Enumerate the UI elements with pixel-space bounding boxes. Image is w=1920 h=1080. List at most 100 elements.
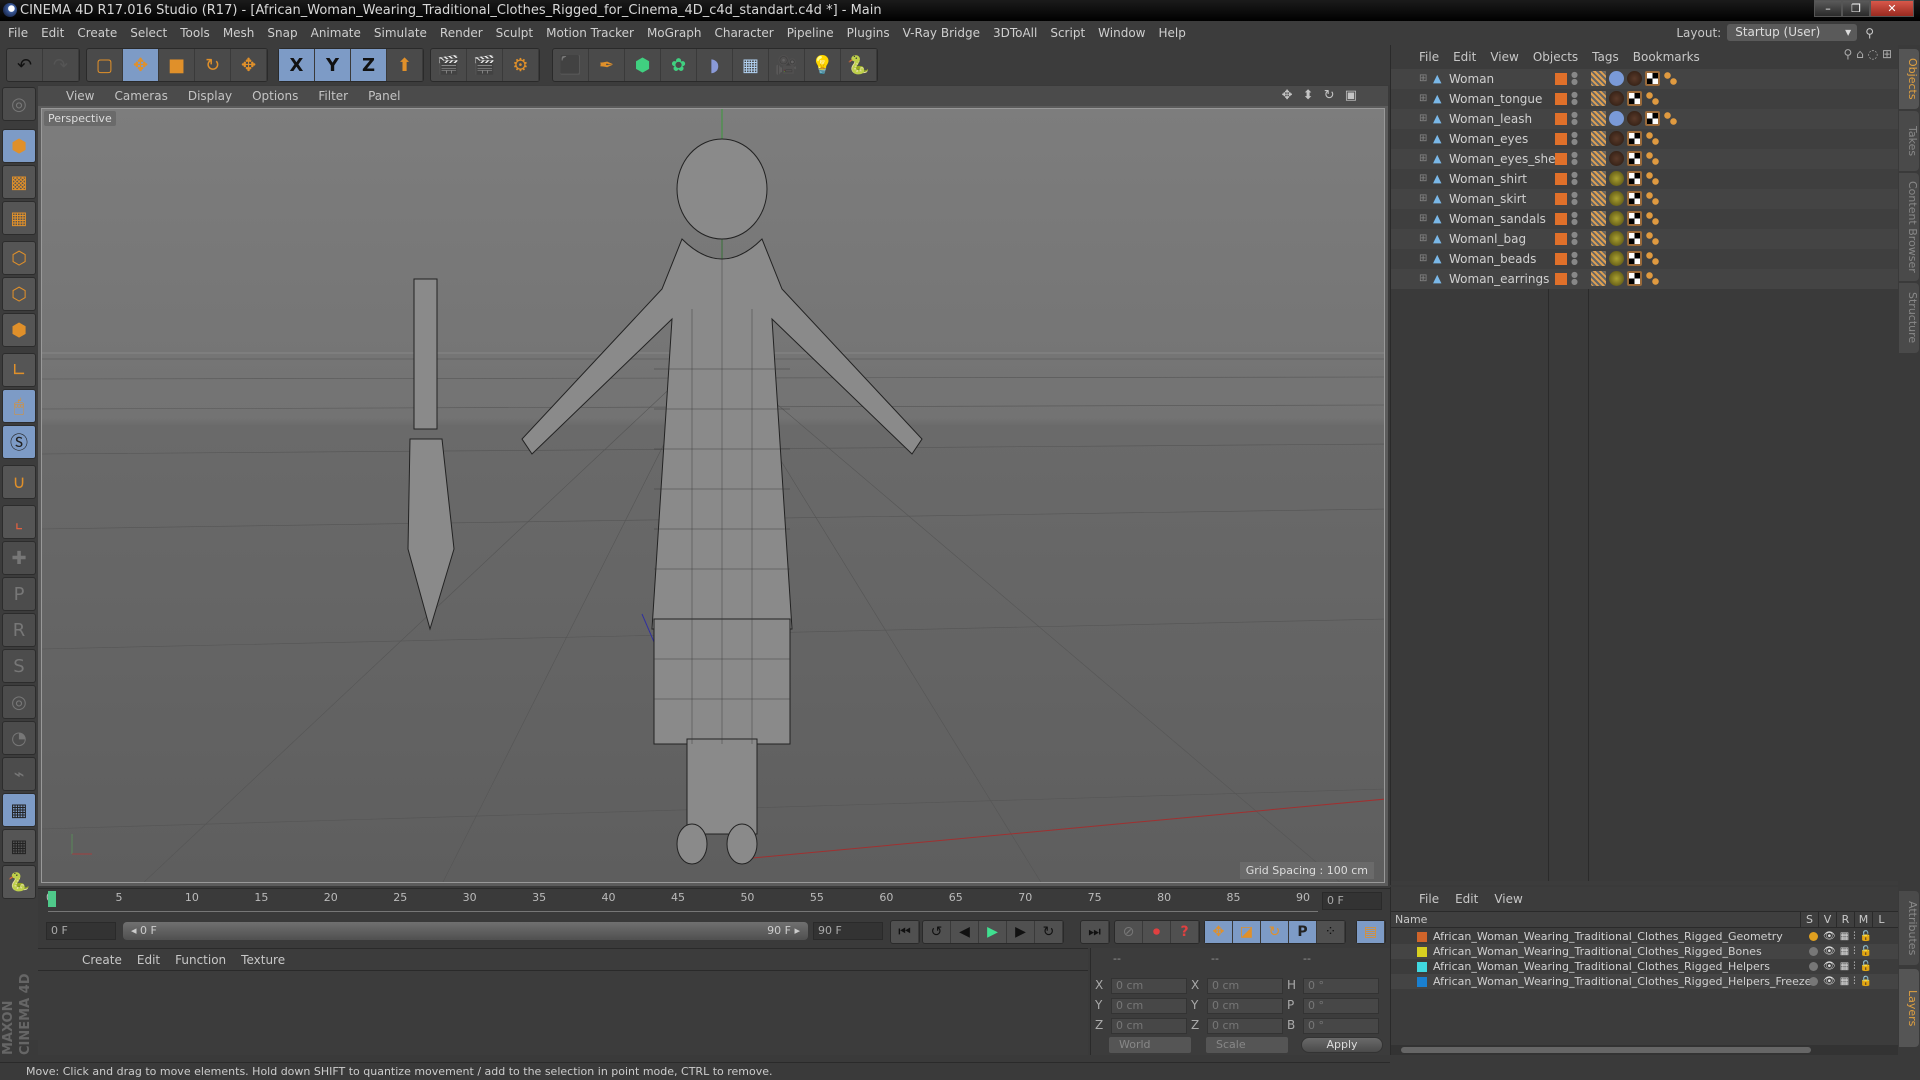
solo-toggle[interactable] [1809, 947, 1818, 956]
layer-row[interactable]: African_Woman_Wearing_Traditional_Clothe… [1391, 974, 1899, 989]
coordinate-value-field[interactable]: 0 cm [1111, 998, 1187, 1014]
side-tab-objects[interactable]: Objects [1899, 49, 1919, 109]
layer-toggle-icons[interactable]: 👁▦⫶🔒 [1823, 974, 1876, 989]
search-icon[interactable]: ⚲ [1865, 26, 1874, 40]
visibility-dots[interactable]: ● ● [1571, 71, 1578, 87]
mat-dark-tag-icon[interactable] [1627, 111, 1642, 126]
mat-dark-tag-icon[interactable] [1627, 71, 1642, 86]
visibility-dots[interactable]: ● ● [1571, 131, 1578, 147]
layer-column-s[interactable]: S [1800, 912, 1818, 928]
timeline-window-button[interactable]: ▤ [1357, 921, 1385, 943]
light-button[interactable]: 💡 [805, 49, 841, 81]
phong-tag-icon[interactable] [1591, 111, 1606, 126]
workplane-cycle-button[interactable]: ▦ [2, 829, 36, 863]
expand-icon[interactable]: ⊞ [1419, 169, 1427, 189]
menu-sculpt[interactable]: Sculpt [496, 26, 533, 40]
side-tab-content-browser[interactable]: Content Browser [1899, 173, 1919, 281]
sel-tag-icon[interactable] [1663, 111, 1678, 126]
material-menu-texture[interactable]: Texture [241, 953, 285, 967]
current-frame-field[interactable]: 0 F [1322, 892, 1382, 910]
viewport-menu-cameras[interactable]: Cameras [114, 89, 167, 103]
redo-button[interactable]: ↷ [43, 49, 79, 81]
eye-icon[interactable]: ◌ [1868, 47, 1878, 61]
layout-dropdown[interactable]: Startup (User) [1727, 24, 1858, 41]
camera-button[interactable]: 🎥 [769, 49, 805, 81]
layer-color-swatch[interactable] [1417, 947, 1427, 957]
sel-tag-icon[interactable] [1645, 211, 1660, 226]
polygons-mode-button[interactable]: ⬢ [2, 313, 36, 347]
mat-olive-tag-icon[interactable] [1609, 231, 1624, 246]
visibility-dots[interactable]: ● ● [1571, 151, 1578, 167]
keyframe-selection-button[interactable]: ? [1171, 921, 1199, 943]
side-tab-attributes[interactable]: Attributes [1899, 891, 1919, 965]
object-row[interactable]: ⊞ ▲ Woman_leash ● ● [1391, 109, 1899, 129]
layer-color-swatch[interactable] [1555, 173, 1567, 185]
expand-icon[interactable]: ⊞ [1419, 209, 1427, 229]
record-scale-button[interactable]: ◪ [1233, 921, 1261, 943]
cube-button[interactable]: ⬛ [553, 49, 589, 81]
expand-icon[interactable]: ⊞ [1419, 69, 1427, 89]
layer-toggle-icons[interactable]: 👁▦⫶🔓 [1823, 959, 1876, 974]
rotate-tool-button[interactable]: ↻ [195, 49, 231, 81]
menu-select[interactable]: Select [130, 26, 167, 40]
layer-name[interactable]: African_Woman_Wearing_Traditional_Clothe… [1433, 929, 1783, 944]
object-name[interactable]: Woman_sandals [1449, 209, 1546, 229]
menu-v-ray-bridge[interactable]: V-Ray Bridge [903, 26, 980, 40]
uv-tag-icon[interactable] [1627, 191, 1642, 206]
object-menu-bookmarks[interactable]: Bookmarks [1633, 50, 1700, 64]
object-name[interactable]: Woman_shirt [1449, 169, 1527, 189]
object-row[interactable]: ⊞ ▲ Woman_shirt ● ● [1391, 169, 1899, 189]
object-row[interactable]: ⊞ ▲ Woman_skirt ● ● [1391, 189, 1899, 209]
layer-column-v[interactable]: V [1818, 912, 1836, 928]
move-tool-button[interactable]: ✥ [123, 49, 159, 81]
layer-menu-edit[interactable]: Edit [1455, 892, 1478, 906]
sel-tag-icon[interactable] [1645, 131, 1660, 146]
layer-row[interactable]: African_Woman_Wearing_Traditional_Clothe… [1391, 944, 1899, 959]
phong-tag-icon[interactable] [1591, 271, 1606, 286]
layer-row[interactable]: African_Woman_Wearing_Traditional_Clothe… [1391, 959, 1899, 974]
object-name[interactable]: Woman_skirt [1449, 189, 1526, 209]
menu-tools[interactable]: Tools [180, 26, 210, 40]
y-axis-button[interactable]: Y [315, 49, 351, 81]
uv-tag-icon[interactable] [1645, 71, 1660, 86]
layer-name[interactable]: African_Woman_Wearing_Traditional_Clothe… [1433, 959, 1770, 974]
start-frame-field[interactable]: 0 F [46, 922, 116, 940]
python-button[interactable]: 🐍 [841, 49, 877, 81]
axis-lock-button[interactable]: ⌞ [2, 505, 36, 539]
object-name[interactable]: Woman_tongue [1449, 89, 1542, 109]
material-menu-function[interactable]: Function [175, 953, 226, 967]
object-row[interactable]: ⊞ ▲ Woman_eyes_shell ● ● [1391, 149, 1899, 169]
autokeying-button[interactable]: ⊘ [1115, 921, 1143, 943]
expand-icon[interactable]: ⊞ [1419, 189, 1427, 209]
layer-horizontal-scrollbar[interactable] [1391, 1045, 1898, 1055]
layer-menu-view[interactable]: View [1494, 892, 1522, 906]
layer-color-swatch[interactable] [1555, 253, 1567, 265]
visibility-dots[interactable]: ● ● [1571, 211, 1578, 227]
sel-tag-icon[interactable] [1645, 191, 1660, 206]
undo-button[interactable]: ↶ [7, 49, 43, 81]
coordinate-value-field[interactable]: 0 ° [1303, 1018, 1379, 1034]
viewport-menu-display[interactable]: Display [188, 89, 232, 103]
object-menu-file[interactable]: File [1419, 50, 1439, 64]
menu-edit[interactable]: Edit [41, 26, 64, 40]
timeline-ruler[interactable]: 051015202530354045505560657075808590 0 F [38, 888, 1390, 916]
material-menu-edit[interactable]: Edit [137, 953, 160, 967]
playhead-marker[interactable] [48, 891, 56, 907]
ik-target-button[interactable]: ◎ [2, 685, 36, 719]
menu-snap[interactable]: Snap [267, 26, 297, 40]
phong-tag-icon[interactable] [1591, 151, 1606, 166]
previous-frame-button[interactable]: ◀ [951, 921, 979, 943]
visibility-dots[interactable]: ● ● [1571, 91, 1578, 107]
viewport-menu-filter[interactable]: Filter [318, 89, 348, 103]
restore-button[interactable]: ❐ [1842, 0, 1870, 17]
visibility-dots[interactable]: ● ● [1571, 171, 1578, 187]
object-row[interactable]: ⊞ ▲ Woman_beads ● ● [1391, 249, 1899, 269]
visibility-dots[interactable]: ● ● [1571, 271, 1578, 287]
layer-color-swatch[interactable] [1555, 153, 1567, 165]
uv-tag-icon[interactable] [1627, 131, 1642, 146]
object-row[interactable]: ⊞ ▲ Woman_eyes ● ● [1391, 129, 1899, 149]
python-script-button[interactable]: 🐍 [2, 865, 36, 899]
lock-workplane-button[interactable]: ▦ [2, 793, 36, 827]
sel-tag-icon[interactable] [1645, 91, 1660, 106]
expand-icon[interactable]: ⊞ [1419, 229, 1427, 249]
